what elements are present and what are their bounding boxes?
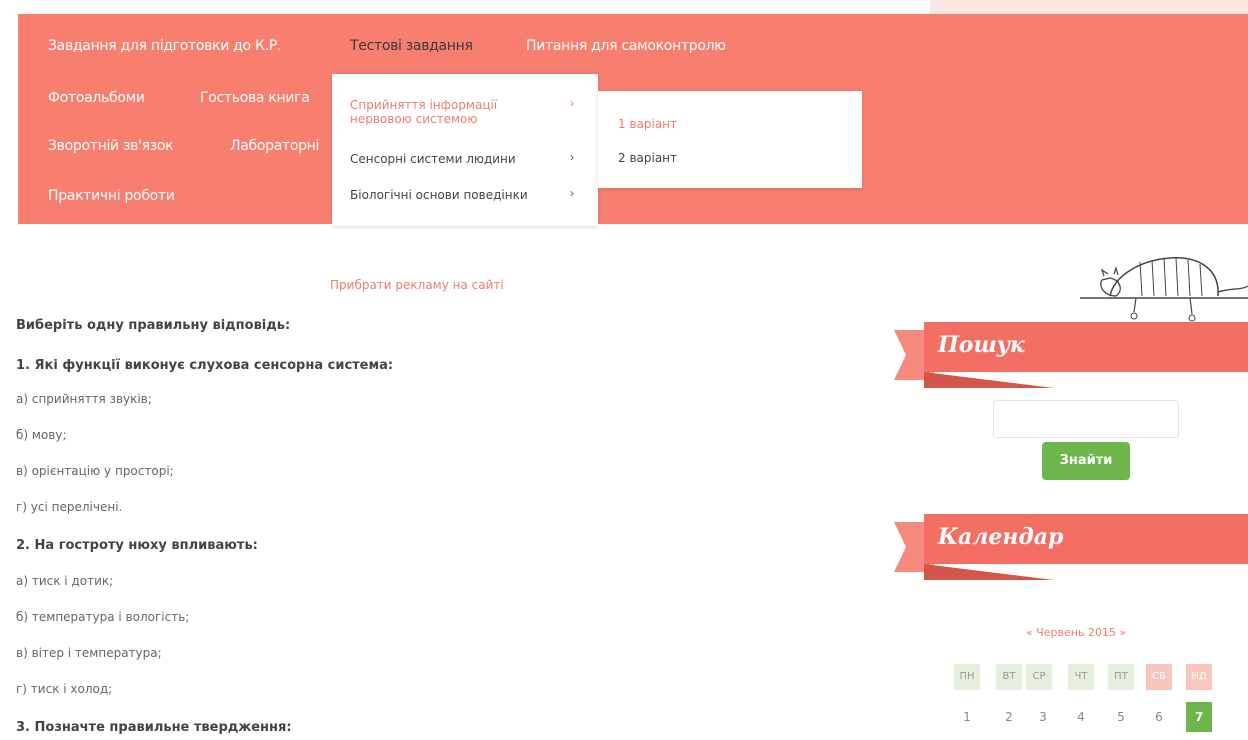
remove-ads-link[interactable]: Прибрати рекламу на сайті xyxy=(330,278,504,292)
calendar-day[interactable]: 6 xyxy=(1146,702,1172,732)
nav-item-guestbook[interactable]: Гостьова книга xyxy=(200,90,310,106)
nav-item-tests[interactable]: Тестові завдання xyxy=(350,38,473,54)
answer-option: г) тиск і холод; xyxy=(16,682,113,696)
weekday-header: ПН xyxy=(954,664,980,690)
calendar-day-today[interactable]: 7 xyxy=(1186,702,1212,732)
question-1: 1. Які функції виконує слухова сенсорна … xyxy=(16,358,394,373)
weekday-header: СБ xyxy=(1146,664,1172,690)
answer-option: б) температура і вологість; xyxy=(16,610,190,624)
calendar-ribbon: Календар xyxy=(894,514,1248,580)
calendar-day[interactable]: 3 xyxy=(1030,702,1056,732)
ribbon-fold xyxy=(924,564,1054,580)
weekday-header: ЧТ xyxy=(1068,664,1094,690)
calendar-day[interactable]: 2 xyxy=(996,702,1022,732)
nav-item-practicals[interactable]: Практичні роботи xyxy=(48,188,175,204)
cat-illustration xyxy=(1080,257,1248,322)
weekday-header: НД xyxy=(1186,664,1212,690)
answer-option: в) вітер і температура; xyxy=(16,646,162,660)
dropdown-item-sensory[interactable]: Сенсорні системи людини xyxy=(350,152,516,166)
dropdown-item-perception-line2: нервовою системою xyxy=(350,112,478,126)
nav-item-labs[interactable]: Лабораторні xyxy=(230,138,319,154)
nav-item-feedback[interactable]: Зворотній зв'язок xyxy=(48,138,174,154)
dropdown-item-behavior[interactable]: Біологічні основи поведінки xyxy=(350,188,528,202)
nav-item-photo-albums[interactable]: Фотоальбоми xyxy=(48,90,145,106)
weekday-header: ПТ xyxy=(1108,664,1134,690)
answer-option: а) тиск і дотик; xyxy=(16,574,114,588)
answer-option: г) усі перелічені. xyxy=(16,500,123,514)
question-3: 3. Позначте правильне твердження: xyxy=(16,720,292,735)
chevron-right-icon: › xyxy=(570,186,574,200)
calendar-month-nav[interactable]: « Червень 2015 » xyxy=(1026,626,1126,639)
calendar-day[interactable]: 5 xyxy=(1108,702,1134,732)
instruction-text: Виберіть одну правильну відповідь: xyxy=(16,318,291,333)
search-input[interactable] xyxy=(993,400,1179,438)
tests-dropdown: Сприйняття інформації нервовою системою … xyxy=(332,74,598,226)
search-title: Пошук xyxy=(938,332,1025,358)
calendar-day[interactable]: 1 xyxy=(954,702,980,732)
weekday-header: ВТ xyxy=(996,664,1022,690)
answer-option: б) мову; xyxy=(16,428,67,442)
search-ribbon: Пошук xyxy=(894,322,1248,388)
answer-option: в) орієнтацію у просторі; xyxy=(16,464,174,478)
search-button[interactable]: Знайти xyxy=(1042,442,1130,480)
nav-item-kr-prep[interactable]: Завдання для підготовки до К.Р. xyxy=(48,38,281,54)
submenu-item-variant-1[interactable]: 1 варіант xyxy=(618,117,677,131)
chevron-right-icon: › xyxy=(570,96,574,110)
submenu-item-variant-2[interactable]: 2 варіант xyxy=(618,151,677,165)
weekday-header: СР xyxy=(1026,664,1052,690)
chevron-right-icon: › xyxy=(570,150,574,164)
dropdown-item-perception[interactable]: Сприйняття інформації нервовою системою xyxy=(350,98,497,126)
dropdown-item-perception-line1: Сприйняття інформації xyxy=(350,98,498,112)
question-2: 2. На гостроту нюху впливають: xyxy=(16,538,258,553)
ribbon-fold xyxy=(924,372,1054,388)
calendar-day[interactable]: 4 xyxy=(1068,702,1094,732)
nav-item-self-control[interactable]: Питання для самоконтролю xyxy=(526,38,726,54)
nav-top-strip xyxy=(930,0,1248,14)
calendar-title: Календар xyxy=(938,524,1064,550)
variants-submenu: 1 варіант 2 варіант xyxy=(598,91,862,188)
answer-option: а) сприйняття звуків; xyxy=(16,392,152,406)
